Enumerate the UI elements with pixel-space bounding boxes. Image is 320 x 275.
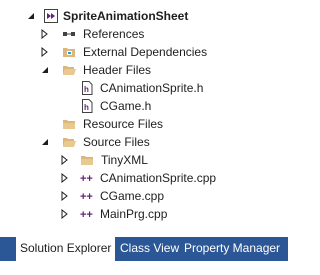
cpp-file-label: CGame.cpp bbox=[100, 189, 165, 203]
svg-text:h: h bbox=[84, 85, 89, 94]
expanded-arrow-icon[interactable] bbox=[40, 65, 50, 75]
tab-class-view[interactable]: Class View bbox=[116, 237, 183, 260]
cpp-file-icon: ++ bbox=[80, 189, 94, 203]
header-files-label: Header Files bbox=[83, 63, 152, 77]
expanded-arrow-icon[interactable] bbox=[40, 137, 50, 147]
tree-row-tinyxml[interactable]: TinyXML bbox=[0, 151, 288, 169]
tab-solution-explorer[interactable]: Solution Explorer bbox=[16, 237, 116, 261]
tree-row-resource-files[interactable]: Resource Files bbox=[0, 115, 288, 133]
tree-row-external-dependencies[interactable]: External Dependencies bbox=[0, 43, 288, 61]
external-dependencies-label: External Dependencies bbox=[83, 45, 208, 59]
tree-row-header-files[interactable]: Header Files bbox=[0, 61, 288, 79]
header-file-label: CGame.h bbox=[100, 99, 152, 113]
header-file-icon: h bbox=[80, 81, 94, 95]
header-file-icon: h bbox=[80, 99, 94, 113]
collapsed-arrow-icon[interactable] bbox=[40, 47, 50, 57]
tab-property-manager[interactable]: Property Manager bbox=[180, 237, 284, 260]
cpp-file-label: MainPrg.cpp bbox=[100, 207, 168, 221]
header-file-label: CAnimationSprite.h bbox=[100, 81, 204, 95]
filter-folder-open-icon bbox=[62, 63, 76, 77]
collapsed-arrow-icon[interactable] bbox=[60, 173, 70, 183]
cpp-file-label: CAnimationSprite.cpp bbox=[100, 171, 217, 185]
solution-icon bbox=[44, 9, 58, 23]
svg-text:h: h bbox=[84, 103, 89, 112]
tinyxml-label: TinyXML bbox=[101, 153, 148, 167]
external-dependencies-icon bbox=[62, 45, 76, 59]
tree-row-cpp-file[interactable]: ++ CGame.cpp bbox=[0, 187, 288, 205]
cpp-file-icon: ++ bbox=[80, 171, 94, 185]
collapsed-arrow-icon[interactable] bbox=[60, 155, 70, 165]
solution-label: SpriteAnimationSheet bbox=[63, 9, 189, 23]
tree-row-header-file[interactable]: h CAnimationSprite.h bbox=[0, 79, 288, 97]
collapsed-arrow-icon[interactable] bbox=[60, 209, 70, 219]
tree-row-header-file[interactable]: h CGame.h bbox=[0, 97, 288, 115]
expanded-arrow-icon[interactable] bbox=[26, 11, 36, 21]
svg-text:++: ++ bbox=[80, 209, 93, 221]
tree-row-solution[interactable]: SpriteAnimationSheet bbox=[0, 7, 288, 25]
tree-row-cpp-file[interactable]: ++ CAnimationSprite.cpp bbox=[0, 169, 288, 187]
svg-text:++: ++ bbox=[80, 173, 93, 185]
solution-explorer-tree: SpriteAnimationSheet References External… bbox=[0, 0, 288, 236]
references-icon bbox=[62, 27, 76, 41]
collapsed-arrow-icon[interactable] bbox=[40, 29, 50, 39]
source-files-label: Source Files bbox=[83, 135, 150, 149]
svg-text:++: ++ bbox=[80, 191, 93, 203]
tree-row-cpp-file[interactable]: ++ MainPrg.cpp bbox=[0, 205, 288, 223]
filter-folder-icon bbox=[62, 117, 76, 131]
filter-folder-open-icon bbox=[62, 135, 76, 149]
references-label: References bbox=[83, 27, 145, 41]
collapsed-arrow-icon[interactable] bbox=[60, 191, 70, 201]
folder-icon bbox=[80, 153, 94, 167]
cpp-file-icon: ++ bbox=[80, 207, 94, 221]
resource-files-label: Resource Files bbox=[83, 117, 164, 131]
tree-row-source-files[interactable]: Source Files bbox=[0, 133, 288, 151]
tree-row-references[interactable]: References bbox=[0, 25, 288, 43]
tool-window-tab-bar: Solution Explorer Class View Property Ma… bbox=[0, 237, 288, 261]
bottom-strip bbox=[0, 261, 288, 275]
